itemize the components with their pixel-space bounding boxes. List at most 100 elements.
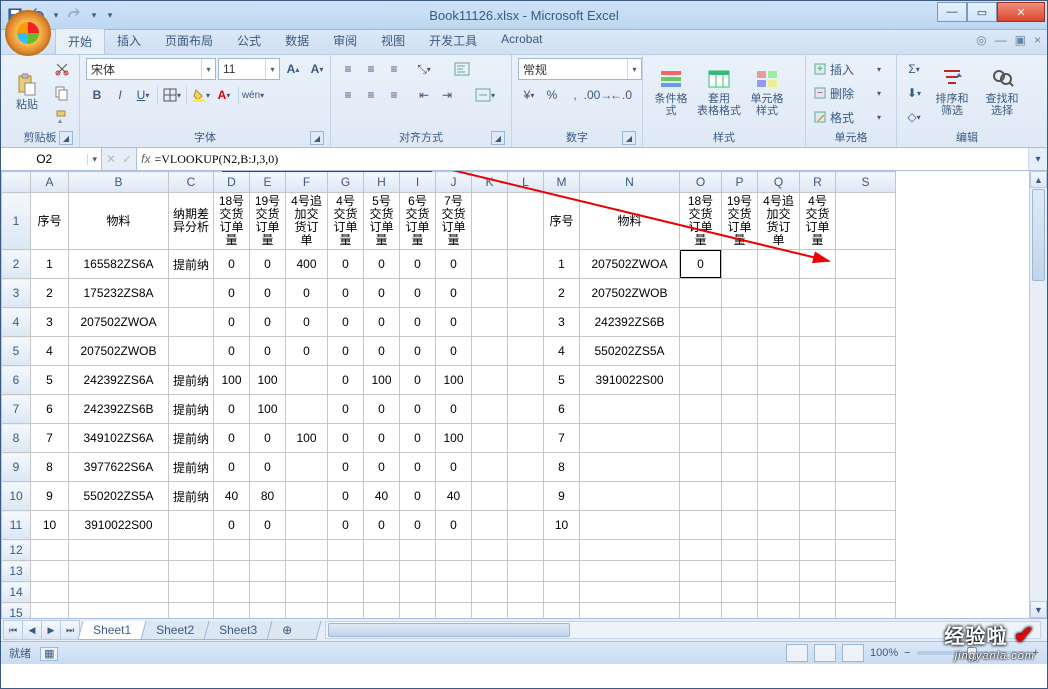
cell[interactable]: 10 [544, 511, 580, 540]
cell[interactable]: 0 [436, 511, 472, 540]
cell[interactable] [836, 603, 896, 619]
cell[interactable]: 7 [544, 424, 580, 453]
cell[interactable] [680, 395, 722, 424]
cell[interactable] [169, 603, 214, 619]
increase-decimal-button[interactable]: .00→ [587, 84, 609, 106]
cell[interactable] [286, 511, 328, 540]
find-select-button[interactable]: 查找和 选择 [979, 58, 1025, 126]
fill-color-button[interactable]: ▾ [190, 84, 212, 106]
cell[interactable]: 0 [328, 424, 364, 453]
cell[interactable] [400, 540, 436, 561]
cell[interactable] [472, 482, 508, 511]
cell[interactable] [472, 603, 508, 619]
cell[interactable]: 175232ZS8A [69, 279, 169, 308]
cell[interactable] [800, 308, 836, 337]
cell[interactable]: 4 [544, 337, 580, 366]
cell[interactable]: 0 [364, 337, 400, 366]
col-header-R[interactable]: R [800, 172, 836, 193]
cell[interactable] [800, 561, 836, 582]
cell[interactable]: 40 [436, 482, 472, 511]
cell[interactable]: 207502ZWOA [580, 250, 680, 279]
cell[interactable]: 40 [214, 482, 250, 511]
cell[interactable] [680, 582, 722, 603]
cell[interactable] [580, 511, 680, 540]
align-left-button[interactable]: ≡ [337, 84, 359, 106]
header-cell[interactable]: 序号 [31, 193, 69, 250]
cell[interactable] [364, 540, 400, 561]
cell[interactable] [250, 540, 286, 561]
header-cell[interactable]: 4号交货订单量 [328, 193, 364, 250]
cell[interactable]: 0 [400, 250, 436, 279]
cell[interactable]: 0 [364, 250, 400, 279]
cell[interactable] [680, 424, 722, 453]
cell[interactable] [680, 561, 722, 582]
doc-restore-button[interactable]: ▣ [1015, 33, 1026, 47]
cell[interactable] [722, 540, 758, 561]
phonetic-button[interactable]: wén▾ [242, 84, 264, 106]
cell[interactable] [472, 337, 508, 366]
row-header-7[interactable]: 7 [2, 395, 31, 424]
cell[interactable]: 提前纳 [169, 424, 214, 453]
cell[interactable]: 100 [436, 424, 472, 453]
cell[interactable] [800, 482, 836, 511]
cell[interactable] [436, 582, 472, 603]
next-sheet-button[interactable]: ▶ [41, 620, 61, 640]
number-format-combo[interactable]: 常规▾ [518, 58, 642, 80]
maximize-button[interactable]: ▭ [967, 2, 997, 22]
row-header[interactable]: 15 [2, 603, 31, 619]
header-cell[interactable]: 4号追加交货订单 [758, 193, 800, 250]
header-cell[interactable]: 18号交货订单量 [214, 193, 250, 250]
cell[interactable] [472, 424, 508, 453]
cell[interactable]: 提前纳 [169, 250, 214, 279]
sort-filter-button[interactable]: 排序和 筛选 [929, 58, 975, 126]
cell[interactable] [758, 511, 800, 540]
cell[interactable] [286, 582, 328, 603]
cell[interactable]: 400 [286, 250, 328, 279]
col-header-K[interactable]: K [472, 172, 508, 193]
col-header-E[interactable]: E [250, 172, 286, 193]
align-dialog-launcher[interactable]: ◢ [491, 131, 505, 145]
cell[interactable] [69, 603, 169, 619]
cell[interactable] [758, 424, 800, 453]
cell[interactable]: 100 [436, 366, 472, 395]
cell[interactable]: 0 [286, 308, 328, 337]
ribbon-tab-4[interactable]: 数据 [273, 28, 321, 54]
cell[interactable]: 提前纳 [169, 366, 214, 395]
cell[interactable] [508, 308, 544, 337]
cell[interactable] [508, 540, 544, 561]
doc-minimize-button[interactable]: — [995, 33, 1007, 47]
minimize-button[interactable]: — [937, 2, 967, 22]
cell[interactable]: 0 [250, 337, 286, 366]
cell[interactable] [680, 308, 722, 337]
row-header-11[interactable]: 11 [2, 511, 31, 540]
cell[interactable]: 207502ZWOB [69, 337, 169, 366]
cell[interactable]: 0 [436, 279, 472, 308]
cell[interactable] [31, 582, 69, 603]
autosum-button[interactable]: Σ▾ [903, 58, 925, 80]
cell[interactable] [472, 279, 508, 308]
header-cell[interactable]: 物料 [580, 193, 680, 250]
ribbon-tab-3[interactable]: 公式 [225, 28, 273, 54]
cell[interactable]: 5 [544, 366, 580, 395]
cell[interactable]: 3910022S00 [580, 366, 680, 395]
row-header[interactable]: 14 [2, 582, 31, 603]
cell[interactable] [169, 308, 214, 337]
col-header-H[interactable]: H [364, 172, 400, 193]
bold-button[interactable]: B [86, 84, 108, 106]
cell[interactable]: 0 [364, 424, 400, 453]
cell[interactable] [722, 482, 758, 511]
cell[interactable]: 550202ZS5A [69, 482, 169, 511]
cell[interactable] [722, 279, 758, 308]
header-cell[interactable]: 19号交货订单量 [722, 193, 758, 250]
cell[interactable] [544, 582, 580, 603]
horizontal-scrollbar[interactable] [325, 621, 1041, 639]
header-cell[interactable] [472, 193, 508, 250]
cell[interactable]: 0 [328, 337, 364, 366]
cell[interactable] [680, 540, 722, 561]
col-header-Q[interactable]: Q [758, 172, 800, 193]
cell[interactable] [722, 337, 758, 366]
cell[interactable] [758, 366, 800, 395]
row-header-1[interactable]: 1 [2, 193, 31, 250]
cell[interactable]: 0 [250, 308, 286, 337]
paste-button[interactable]: 粘贴 [7, 58, 47, 126]
